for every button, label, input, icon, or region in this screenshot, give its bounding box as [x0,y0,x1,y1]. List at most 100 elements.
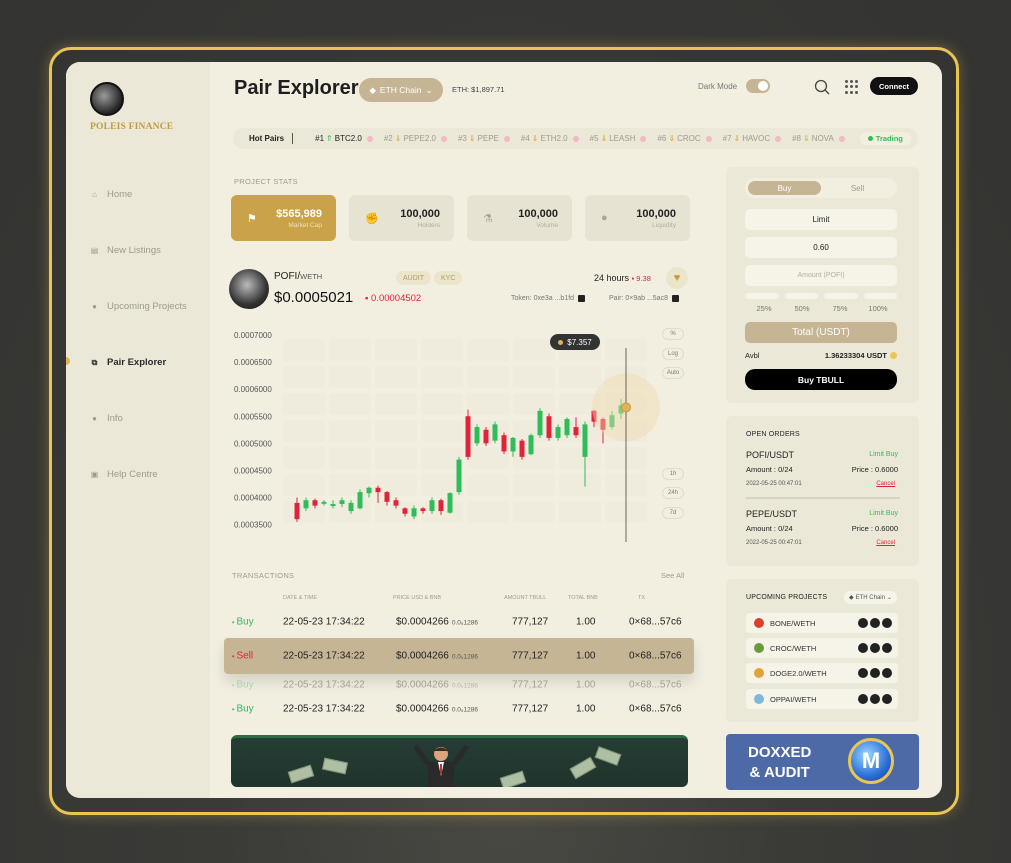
hot-pair-item[interactable]: #6 ⇓ CROC [657,134,712,143]
buy-sell-toggle[interactable]: Buy Sell [745,178,897,198]
auto-scale-button[interactable]: Auto [662,367,684,379]
tx-hash[interactable]: 0×68...57c6 [629,680,682,691]
social-links[interactable] [858,643,892,653]
flask-icon: ⚗ [483,212,493,225]
price-input[interactable]: 0.60 [745,237,897,258]
list-item[interactable]: CROC/WETH [746,638,898,658]
search-icon[interactable] [814,79,830,95]
candle-body [357,492,363,509]
sidebar-item-help-centre[interactable]: ▣ Help Centre [90,469,158,480]
hot-pair-item[interactable]: #1 ⇑ BTC2.0 [315,134,373,143]
connect-button[interactable]: Connect [870,77,918,95]
table-row[interactable]: Buy 22-05-23 17:34:22 $0.00042660.0₅1286… [229,674,689,696]
kyc-badge[interactable]: KYC [434,271,463,285]
timeframe-1h-button[interactable]: 1h [662,468,684,480]
order-type-select[interactable]: Limit [745,209,897,230]
amount-input[interactable]: Amount (POFI) [745,265,897,286]
table-row[interactable]: Buy 22-05-23 17:34:22 $0.00042660.0₅1286… [229,611,689,633]
col-date[interactable]: DATE & TIME [283,595,317,601]
col-amount[interactable]: AMOUNT TBULL [504,595,546,601]
price-chart[interactable]: 0.0007000 0.0006500 0.0006000 0.0005500 0.00… [229,320,689,550]
percent-scale-button[interactable]: % [662,328,684,340]
timeframe-7d-button[interactable]: 7d [662,507,684,519]
divider [746,497,900,499]
social-links[interactable] [858,618,892,628]
apps-grid-icon[interactable] [845,80,859,94]
audit-ad-banner[interactable]: DOXXED & AUDIT M [726,734,919,790]
promo-banner[interactable] [231,735,688,787]
grid-cell [375,420,417,442]
available-balance: Avbl 1.36233304 USDT [745,351,897,360]
tx-hash[interactable]: 0×68...57c6 [629,617,682,628]
sidebar: POLEIS FINANCE ⌂ Home ▤ New Listings ● U… [66,62,210,798]
percent-slider[interactable] [745,293,897,299]
trading-status: Trading [859,132,911,145]
col-total[interactable]: TOTAL BNB [568,595,598,601]
dark-mode-label: Dark Mode [698,82,738,91]
list-item[interactable]: DOGE2.0/WETH [746,663,898,683]
candle-body [321,501,327,504]
chart-tooltip: $7.357 [550,334,600,350]
dark-mode-toggle[interactable] [746,79,770,93]
copy-icon [578,295,586,302]
flame-icon [838,135,845,142]
flame-icon [503,135,510,142]
upcoming-chain-selector[interactable]: ◆ ETH Chain ⌄ [844,591,897,604]
hot-pair-item[interactable]: #8 ⇓ NOVA [792,134,845,143]
timeframe-24h-button[interactable]: 24h [662,487,684,499]
hot-pair-item[interactable]: #4 ⇓ ETH2.0 [521,134,579,143]
hot-pair-item[interactable]: #5 ⇓ LEASH [590,134,647,143]
list-item[interactable]: OPPAI/WETH [746,689,898,709]
tx-date: 22-05-23 17:34:22 [283,703,365,715]
candle-body [402,508,408,514]
tx-hash[interactable]: 0×68...57c6 [629,704,682,715]
project-name: BONE/WETH [770,618,816,628]
chain-selector[interactable]: ◆ ETH Chain ⌄ [359,78,443,102]
percent-100[interactable]: 100% [859,304,897,313]
percent-75[interactable]: 75% [821,304,859,313]
order-date: 2022-05-25 00:47:01 [746,540,802,546]
percent-25[interactable]: 25% [745,304,783,313]
sidebar-item-new-listings[interactable]: ▤ New Listings [90,245,161,256]
table-row[interactable]: Sell 22-05-23 17:34:22 $0.00042660.0₅128… [224,638,694,674]
sidebar-item-pair-explorer[interactable]: ⧉ Pair Explorer [90,357,167,368]
list-item[interactable]: BONE/WETH [746,613,898,633]
grid-cell [375,474,417,496]
cancel-order-link[interactable]: Cancel [876,481,895,487]
tx-price: $0.0004266 0.0₅1286 [396,616,478,628]
percent-50[interactable]: 50% [783,304,821,313]
hot-pair-item[interactable]: #7 ⇓ HAVOC [723,134,782,143]
sidebar-item-home[interactable]: ⌂ Home [90,189,132,200]
token-address[interactable]: Token: 0xe3a ...b1fd [511,295,586,302]
col-price[interactable]: PRICE USD & BNB [393,595,441,601]
brand-name: POLEIS FINANCE [90,122,174,132]
buy-submit-button[interactable]: Buy TBULL [745,369,897,390]
table-row[interactable]: Buy 22-05-23 17:34:22 $0.00042660.0₅1286… [229,698,689,720]
y-tick-label: 0.0007000 [234,331,272,340]
hot-pair-item[interactable]: #2 ⇓ PEPE2.0 [384,134,447,143]
sidebar-item-upcoming-projects[interactable]: ● Upcoming Projects [90,301,187,312]
social-links[interactable] [858,694,892,704]
col-tx[interactable]: TX [638,595,645,601]
brand-logo[interactable] [90,82,124,116]
tx-type: Sell [232,651,253,662]
transactions-label: TRANSACTIONS [232,571,295,580]
pair-address[interactable]: Pair: 0×9ab ...5ac8 [609,295,679,302]
project-icon [754,668,764,678]
see-all-link[interactable]: See All [661,571,684,580]
sidebar-item-info[interactable]: ● Info [90,413,123,424]
log-scale-button[interactable]: Log [662,348,684,360]
buy-tab[interactable]: Buy [748,181,821,195]
favorite-button[interactable]: ♥ [666,267,688,289]
hot-pair-item[interactable]: #3 ⇓ PEPE [458,134,510,143]
stat-label: Holders [417,221,440,229]
cancel-order-link[interactable]: Cancel [876,540,895,546]
social-links[interactable] [858,668,892,678]
sell-tab[interactable]: Sell [821,181,894,195]
audit-badge[interactable]: AUDIT [396,271,431,285]
y-tick-label: 0.0006500 [234,358,272,367]
candle-body [411,508,417,517]
grid-cell [467,501,509,523]
total-field[interactable]: Total (USDT) [745,322,897,343]
tx-hash[interactable]: 0×68...57c6 [629,651,682,662]
